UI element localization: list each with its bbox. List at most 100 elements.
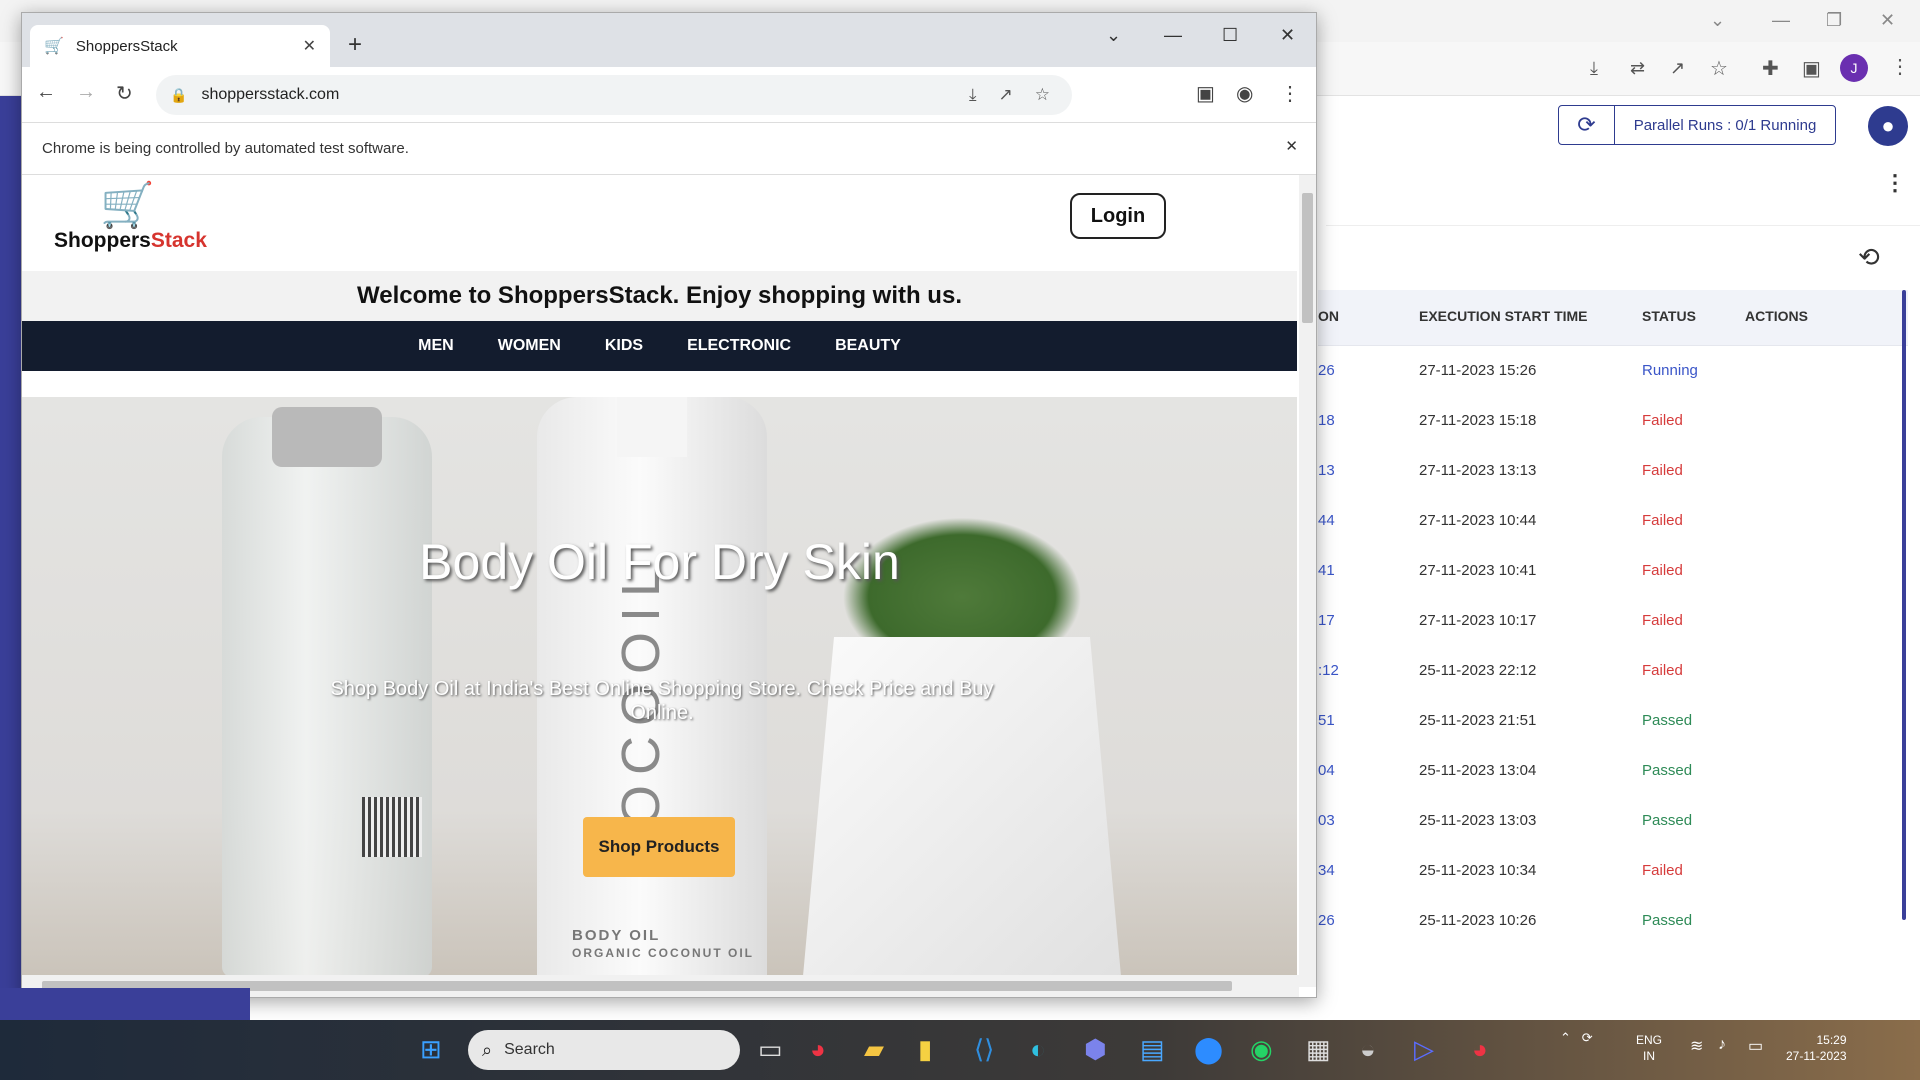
lock-icon[interactable]: 🔒	[170, 87, 187, 104]
row-id-link[interactable]: :12	[1318, 662, 1339, 679]
profile-icon[interactable]: ◉	[1236, 81, 1253, 106]
vscode-icon[interactable]: ⟨⟩	[974, 1034, 994, 1065]
tab-shoppersstack[interactable]: 🛒 ShoppersStack ✕	[30, 25, 330, 67]
table-row[interactable]: 04 25-11-2023 13:04 Passed	[1318, 746, 1908, 796]
row-start-time: 25-11-2023 21:51	[1419, 712, 1537, 729]
category-beauty[interactable]: BEAUTY	[835, 337, 901, 355]
row-id-link[interactable]: 26	[1318, 912, 1335, 929]
row-id-link[interactable]: 26	[1318, 362, 1335, 379]
sticky-notes-icon[interactable]: ▮	[918, 1034, 932, 1065]
more-options-icon[interactable]: ⋮	[1884, 170, 1906, 196]
sidepanel-icon[interactable]: ▣	[1196, 81, 1215, 106]
hero-carousel[interactable]: COCOOIL BODY OIL ORGANIC COCONUT OIL Body…	[22, 397, 1297, 987]
whatsapp-icon[interactable]: ◉	[1250, 1034, 1273, 1065]
table-row[interactable]: :12 25-11-2023 22:12 Failed	[1318, 646, 1908, 696]
row-id-link[interactable]: 41	[1318, 562, 1335, 579]
file-explorer-icon[interactable]: ▰	[864, 1034, 884, 1065]
volume-icon[interactable]: ♪	[1718, 1036, 1726, 1054]
forward-icon[interactable]: →	[76, 81, 96, 104]
row-id-link[interactable]: 04	[1318, 762, 1335, 779]
chevron-down-icon[interactable]: ⌄	[1710, 10, 1725, 31]
minimize-icon[interactable]: —	[1772, 10, 1790, 31]
system-tray[interactable]: ⌃ ⟳	[1560, 1030, 1593, 1046]
url-text[interactable]: shoppersstack.com	[201, 86, 969, 104]
calculator-icon[interactable]: ▦	[1306, 1034, 1331, 1065]
vertical-scrollbar[interactable]	[1299, 175, 1316, 987]
row-id-link[interactable]: 44	[1318, 512, 1335, 529]
wifi-icon[interactable]: ≋	[1690, 1036, 1703, 1056]
tab-close-icon[interactable]: ✕	[303, 36, 316, 56]
clock[interactable]: 15:29 27-11-2023	[1786, 1032, 1847, 1064]
power-automate-icon[interactable]: ▷	[1414, 1034, 1434, 1065]
restore-icon[interactable]: ❐	[1826, 10, 1842, 31]
close-icon[interactable]: ✕	[1880, 10, 1895, 31]
star-icon[interactable]: ☆	[1710, 56, 1728, 81]
category-men[interactable]: MEN	[418, 337, 454, 355]
zoom-icon[interactable]: ⬤	[1194, 1034, 1223, 1065]
back-icon[interactable]: ←	[36, 81, 56, 104]
table-row[interactable]: 34 25-11-2023 10:34 Failed	[1318, 846, 1908, 896]
bookmark-star-icon[interactable]: ☆	[1035, 85, 1050, 105]
reload-icon[interactable]: ↻	[116, 81, 133, 106]
category-kids[interactable]: KIDS	[605, 337, 643, 355]
vertical-scroll-thumb[interactable]	[1302, 193, 1313, 323]
row-id-link[interactable]: 13	[1318, 462, 1335, 479]
cart-logo-icon[interactable]: 🛒	[100, 179, 155, 231]
category-electronic[interactable]: ELECTRONIC	[687, 337, 791, 355]
table-row[interactable]: 41 27-11-2023 10:41 Failed	[1318, 546, 1908, 596]
tab-search-icon[interactable]: ⌄	[1106, 25, 1121, 46]
extensions-icon[interactable]: ✚	[1762, 56, 1779, 81]
row-id-link[interactable]: 17	[1318, 612, 1335, 629]
row-start-time: 27-11-2023 10:17	[1419, 612, 1537, 629]
download-icon[interactable]: ⤓	[1590, 58, 1598, 79]
close-window-icon[interactable]: ✕	[1280, 25, 1295, 46]
chrome-app-icon[interactable]: ◕	[810, 1034, 826, 1065]
row-id-link[interactable]: 03	[1318, 812, 1335, 829]
row-status: Passed	[1642, 812, 1693, 829]
category-women[interactable]: WOMEN	[498, 337, 561, 355]
shop-products-button[interactable]: Shop Products	[583, 817, 735, 877]
table-row[interactable]: 26 25-11-2023 10:26 Passed	[1318, 896, 1908, 946]
table-row[interactable]: 18 27-11-2023 15:18 Failed	[1318, 396, 1908, 446]
profile-avatar[interactable]: J	[1840, 54, 1868, 82]
row-id-link[interactable]: 51	[1318, 712, 1335, 729]
table-row[interactable]: 44 27-11-2023 10:44 Failed	[1318, 496, 1908, 546]
scrollbar[interactable]	[1902, 290, 1906, 920]
new-tab-icon[interactable]: +	[348, 31, 362, 59]
site-logo[interactable]: ShoppersStack	[54, 229, 207, 253]
table-row[interactable]: 26 27-11-2023 15:26 Running	[1318, 346, 1908, 396]
table-row[interactable]: 17 27-11-2023 10:17 Failed	[1318, 596, 1908, 646]
edge-icon[interactable]: ◐	[1030, 1034, 1046, 1065]
notepad-icon[interactable]: ▤	[1140, 1034, 1165, 1065]
sidepanel-icon[interactable]: ▣	[1802, 56, 1821, 81]
share-icon[interactable]: ↗	[999, 85, 1013, 105]
row-id-link[interactable]: 34	[1318, 862, 1335, 879]
row-id-link[interactable]: 18	[1318, 412, 1335, 429]
url-bar[interactable]: 🔒 shoppersstack.com ⤓ ↗ ☆	[156, 75, 1072, 115]
table-row[interactable]: 03 25-11-2023 13:03 Passed	[1318, 796, 1908, 846]
table-row[interactable]: 13 27-11-2023 13:13 Failed	[1318, 446, 1908, 496]
login-button[interactable]: Login	[1070, 193, 1166, 239]
minimize-icon[interactable]: —	[1164, 25, 1182, 46]
refresh-icon[interactable]: ⟳	[1559, 106, 1615, 144]
category-nav: MEN WOMEN KIDS ELECTRONIC BEAUTY	[22, 321, 1297, 371]
battery-icon[interactable]: ▭	[1748, 1036, 1763, 1056]
table-row[interactable]: 51 25-11-2023 21:51 Passed	[1318, 696, 1908, 746]
windows-start-icon[interactable]: ⊞	[420, 1034, 442, 1065]
chrome-menu-icon[interactable]: ⋮	[1280, 81, 1300, 106]
menu-icon[interactable]: ⋮	[1890, 54, 1910, 79]
install-icon[interactable]: ⤓	[969, 85, 977, 105]
infobar-close-icon[interactable]: ✕	[1285, 137, 1298, 155]
chrome-active-icon[interactable]: ◕	[1472, 1034, 1488, 1065]
translate-icon[interactable]: ⇄	[1630, 58, 1645, 79]
maximize-icon[interactable]: ☐	[1222, 25, 1238, 46]
teams-icon[interactable]: ⬢	[1084, 1034, 1107, 1065]
language-indicator[interactable]: ENG IN	[1636, 1032, 1662, 1064]
sync-icon[interactable]: ⟲	[1858, 242, 1880, 273]
parallel-runs-widget[interactable]: ⟳ Parallel Runs : 0/1 Running	[1558, 105, 1836, 145]
user-avatar-icon[interactable]: ●	[1868, 106, 1908, 146]
eclipse-icon[interactable]: ◒	[1360, 1034, 1376, 1065]
task-view-icon[interactable]: ▭	[758, 1034, 783, 1065]
taskbar-search[interactable]: ⌕ Search	[468, 1030, 740, 1070]
share-icon[interactable]: ↗	[1670, 58, 1685, 79]
